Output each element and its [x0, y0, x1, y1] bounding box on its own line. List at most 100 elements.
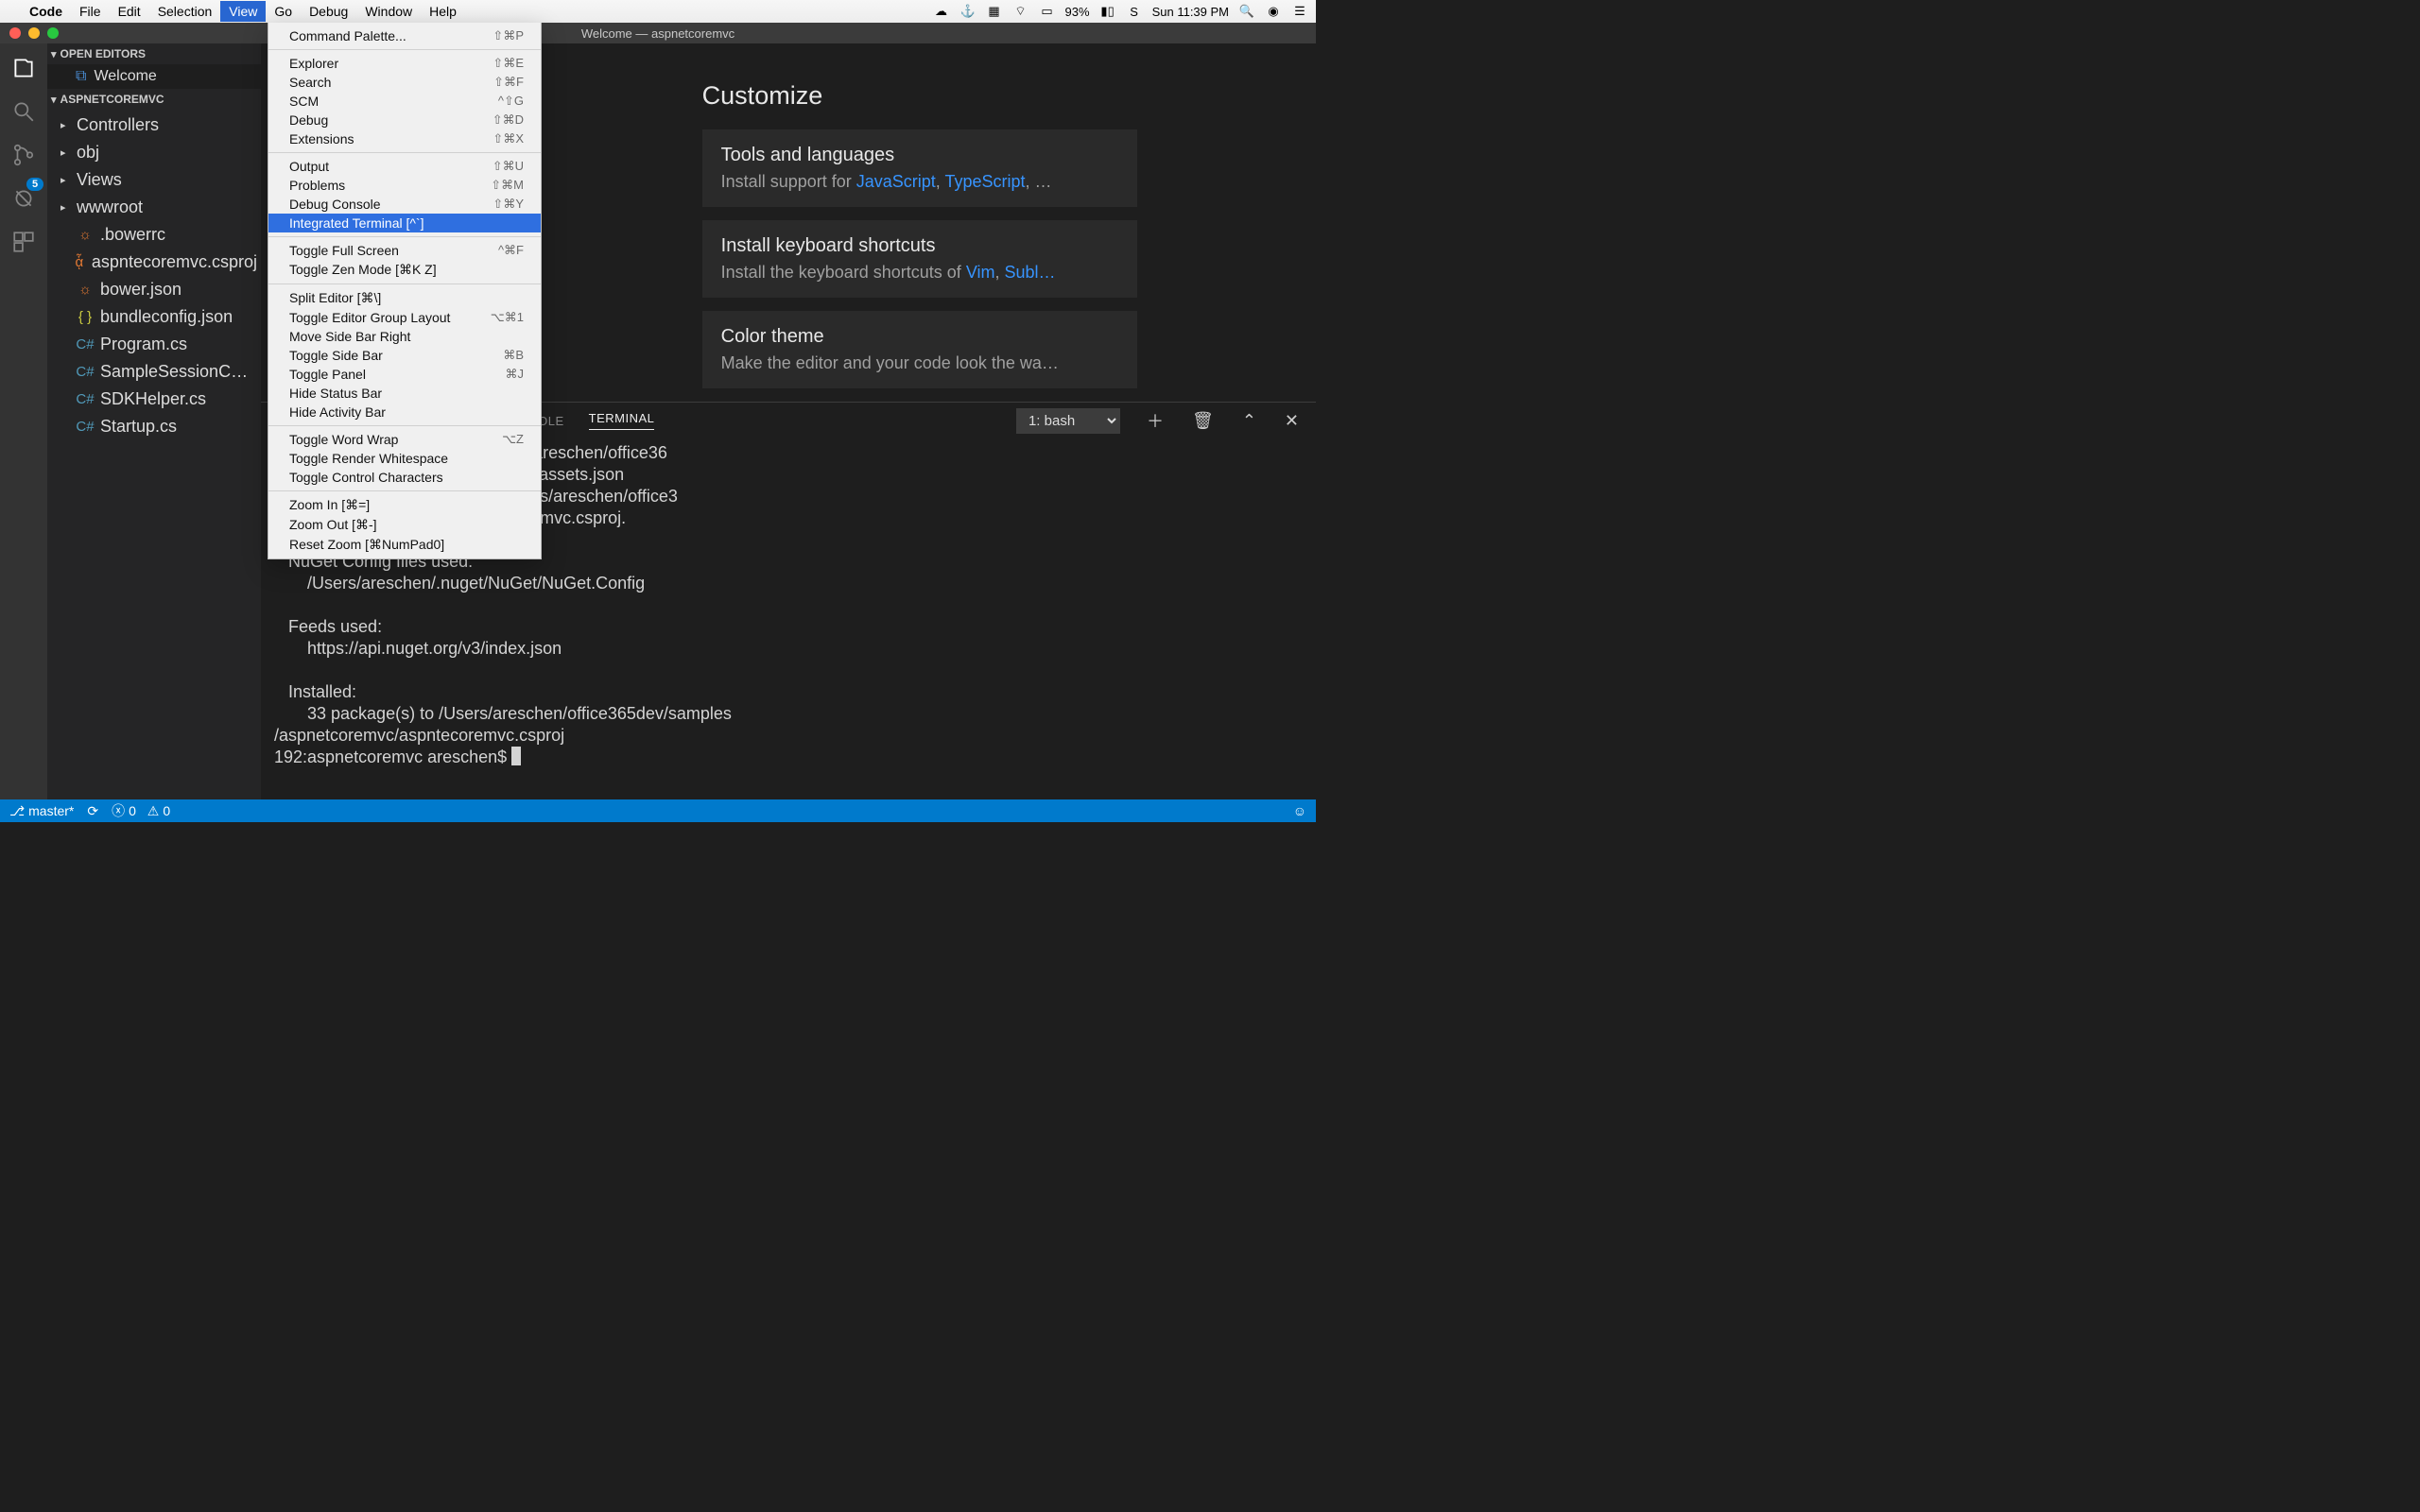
- link-typescript[interactable]: TypeScript: [944, 172, 1025, 191]
- menu-item[interactable]: Reset Zoom [⌘NumPad0]: [268, 535, 541, 555]
- file-node[interactable]: C#SDKHelper.cs: [47, 386, 261, 413]
- battery-icon[interactable]: ▮▯: [1099, 4, 1116, 19]
- docker-icon[interactable]: ⚓: [959, 4, 977, 19]
- airplay-icon[interactable]: ▭: [1039, 4, 1056, 19]
- menu-item[interactable]: Toggle Side Bar⌘B: [268, 346, 541, 365]
- folder-node[interactable]: obj: [47, 139, 261, 166]
- workbench: 5 OPEN EDITORS ⧉ Welcome ASPNETCOREMVC C…: [0, 43, 1316, 799]
- menu-item[interactable]: Toggle Full Screen^⌘F: [268, 241, 541, 260]
- open-editor-welcome[interactable]: ⧉ Welcome: [47, 64, 261, 89]
- card-body: Make the editor and your code look the w…: [721, 353, 1118, 373]
- menu-item[interactable]: Search⇧⌘F: [268, 73, 541, 92]
- vscode-file-icon: ⧉: [76, 68, 86, 85]
- close-panel-icon[interactable]: ✕: [1283, 411, 1301, 431]
- menu-item[interactable]: Command Palette...⇧⌘P: [268, 26, 541, 45]
- siri-icon[interactable]: ◉: [1265, 4, 1282, 19]
- welcome-right-col: Customize Tools and languages Install su…: [702, 81, 1137, 402]
- menu-item[interactable]: Hide Activity Bar: [268, 403, 541, 421]
- link-sublime[interactable]: Subl…: [1005, 263, 1056, 282]
- menu-item[interactable]: Zoom Out [⌘-]: [268, 515, 541, 535]
- zoom-window-button[interactable]: [47, 27, 59, 39]
- file-node[interactable]: ☼.bowerrc: [47, 221, 261, 249]
- menu-item[interactable]: Toggle Word Wrap⌥Z: [268, 430, 541, 449]
- status-bar: ⎇master* ⟳ ⓧ0 ⚠0 ☺: [0, 799, 1316, 822]
- workspace-section[interactable]: ASPNETCOREMVC: [47, 89, 261, 110]
- file-node[interactable]: ☼bower.json: [47, 276, 261, 303]
- file-node[interactable]: C#SampleSessionC…: [47, 358, 261, 386]
- sync-icon: ⟳: [87, 803, 98, 819]
- file-node[interactable]: ᾇaspntecoremvc.csproj: [47, 249, 261, 276]
- menu-item[interactable]: Output⇧⌘U: [268, 157, 541, 176]
- close-window-button[interactable]: [9, 27, 21, 39]
- menu-window[interactable]: Window: [356, 1, 421, 22]
- keyboard-shortcuts-card[interactable]: Install keyboard shortcuts Install the k…: [702, 220, 1137, 298]
- menu-debug[interactable]: Debug: [301, 1, 356, 22]
- menu-item[interactable]: Extensions⇧⌘X: [268, 129, 541, 148]
- sync-button[interactable]: ⟳: [87, 803, 98, 819]
- activity-bar: 5: [0, 43, 47, 799]
- mac-menubar: Code File Edit Selection View Go Debug W…: [0, 0, 1316, 23]
- menu-selection[interactable]: Selection: [149, 1, 221, 22]
- maximize-panel-icon[interactable]: ⌃: [1240, 411, 1258, 431]
- file-node[interactable]: C#Startup.cs: [47, 413, 261, 440]
- notification-center-icon[interactable]: ☰: [1291, 4, 1308, 19]
- link-vim[interactable]: Vim: [966, 263, 995, 282]
- file-node[interactable]: { }bundleconfig.json: [47, 303, 261, 331]
- color-theme-card[interactable]: Color theme Make the editor and your cod…: [702, 311, 1137, 388]
- scm-badge: 5: [26, 178, 43, 191]
- menu-view[interactable]: View: [220, 1, 266, 22]
- menu-item[interactable]: Toggle Control Characters: [268, 468, 541, 487]
- clock[interactable]: Sun 11:39 PM: [1152, 5, 1229, 19]
- menu-item[interactable]: Toggle Panel⌘J: [268, 365, 541, 384]
- bower-icon: ☼: [77, 282, 94, 298]
- search-activity-icon[interactable]: [10, 98, 37, 125]
- menu-item[interactable]: Zoom In [⌘=]: [268, 495, 541, 515]
- folder-node[interactable]: Controllers: [47, 112, 261, 139]
- tab-terminal[interactable]: TERMINAL: [589, 411, 655, 430]
- cloud-icon[interactable]: ☁: [933, 4, 950, 19]
- git-branch[interactable]: ⎇master*: [9, 803, 74, 819]
- menu-item[interactable]: Integrated Terminal [^`]: [268, 214, 541, 232]
- file-node[interactable]: C#Program.cs: [47, 331, 261, 358]
- spotlight-icon[interactable]: 🔍: [1238, 4, 1255, 19]
- folder-node[interactable]: wwwroot: [47, 194, 261, 221]
- cs-icon: C#: [77, 419, 94, 435]
- feedback-button[interactable]: ☺: [1293, 803, 1306, 818]
- window-titlebar: Welcome — aspnetcoremvc: [0, 23, 1316, 43]
- smiley-icon: ☺: [1293, 803, 1306, 818]
- terminal-selector[interactable]: 1: bash: [1016, 408, 1120, 434]
- menu-help[interactable]: Help: [421, 1, 465, 22]
- new-terminal-icon[interactable]: ＋: [1145, 408, 1166, 433]
- menu-item[interactable]: Debug Console⇧⌘Y: [268, 195, 541, 214]
- menu-item[interactable]: Toggle Zen Mode [⌘K Z]: [268, 260, 541, 280]
- app-name[interactable]: Code: [21, 1, 71, 22]
- menu-item[interactable]: Toggle Render Whitespace: [268, 449, 541, 468]
- open-editor-label: Welcome: [94, 68, 156, 85]
- extensions-activity-icon[interactable]: [10, 229, 37, 255]
- tools-languages-card[interactable]: Tools and languages Install support for …: [702, 129, 1137, 207]
- open-editors-section[interactable]: OPEN EDITORS: [47, 43, 261, 64]
- problems-status[interactable]: ⓧ0 ⚠0: [112, 801, 170, 820]
- menu-item[interactable]: Debug⇧⌘D: [268, 111, 541, 129]
- skype-icon[interactable]: S: [1126, 5, 1143, 19]
- menu-item[interactable]: Hide Status Bar: [268, 384, 541, 403]
- link-javascript[interactable]: JavaScript: [856, 172, 936, 191]
- menu-item[interactable]: Move Side Bar Right: [268, 327, 541, 346]
- window-title: Welcome — aspnetcoremvc: [581, 26, 735, 41]
- wifi-icon[interactable]: ⌔: [1012, 4, 1029, 19]
- menu-item[interactable]: Explorer⇧⌘E: [268, 54, 541, 73]
- minimize-window-button[interactable]: [28, 27, 40, 39]
- menu-file[interactable]: File: [71, 1, 110, 22]
- menu-edit[interactable]: Edit: [110, 1, 149, 22]
- scm-activity-icon[interactable]: [10, 142, 37, 168]
- menu-item[interactable]: Split Editor [⌘\]: [268, 288, 541, 308]
- kill-terminal-icon[interactable]: 🗑: [1190, 411, 1216, 431]
- folder-node[interactable]: Views: [47, 166, 261, 194]
- menu-item[interactable]: Toggle Editor Group Layout⌥⌘1: [268, 308, 541, 327]
- battery-percent[interactable]: 93%: [1065, 5, 1090, 19]
- menu-item[interactable]: SCM^⇧G: [268, 92, 541, 111]
- explorer-activity-icon[interactable]: [10, 55, 37, 81]
- menu-go[interactable]: Go: [266, 1, 301, 22]
- grid-icon[interactable]: ▦: [986, 4, 1003, 19]
- menu-item[interactable]: Problems⇧⌘M: [268, 176, 541, 195]
